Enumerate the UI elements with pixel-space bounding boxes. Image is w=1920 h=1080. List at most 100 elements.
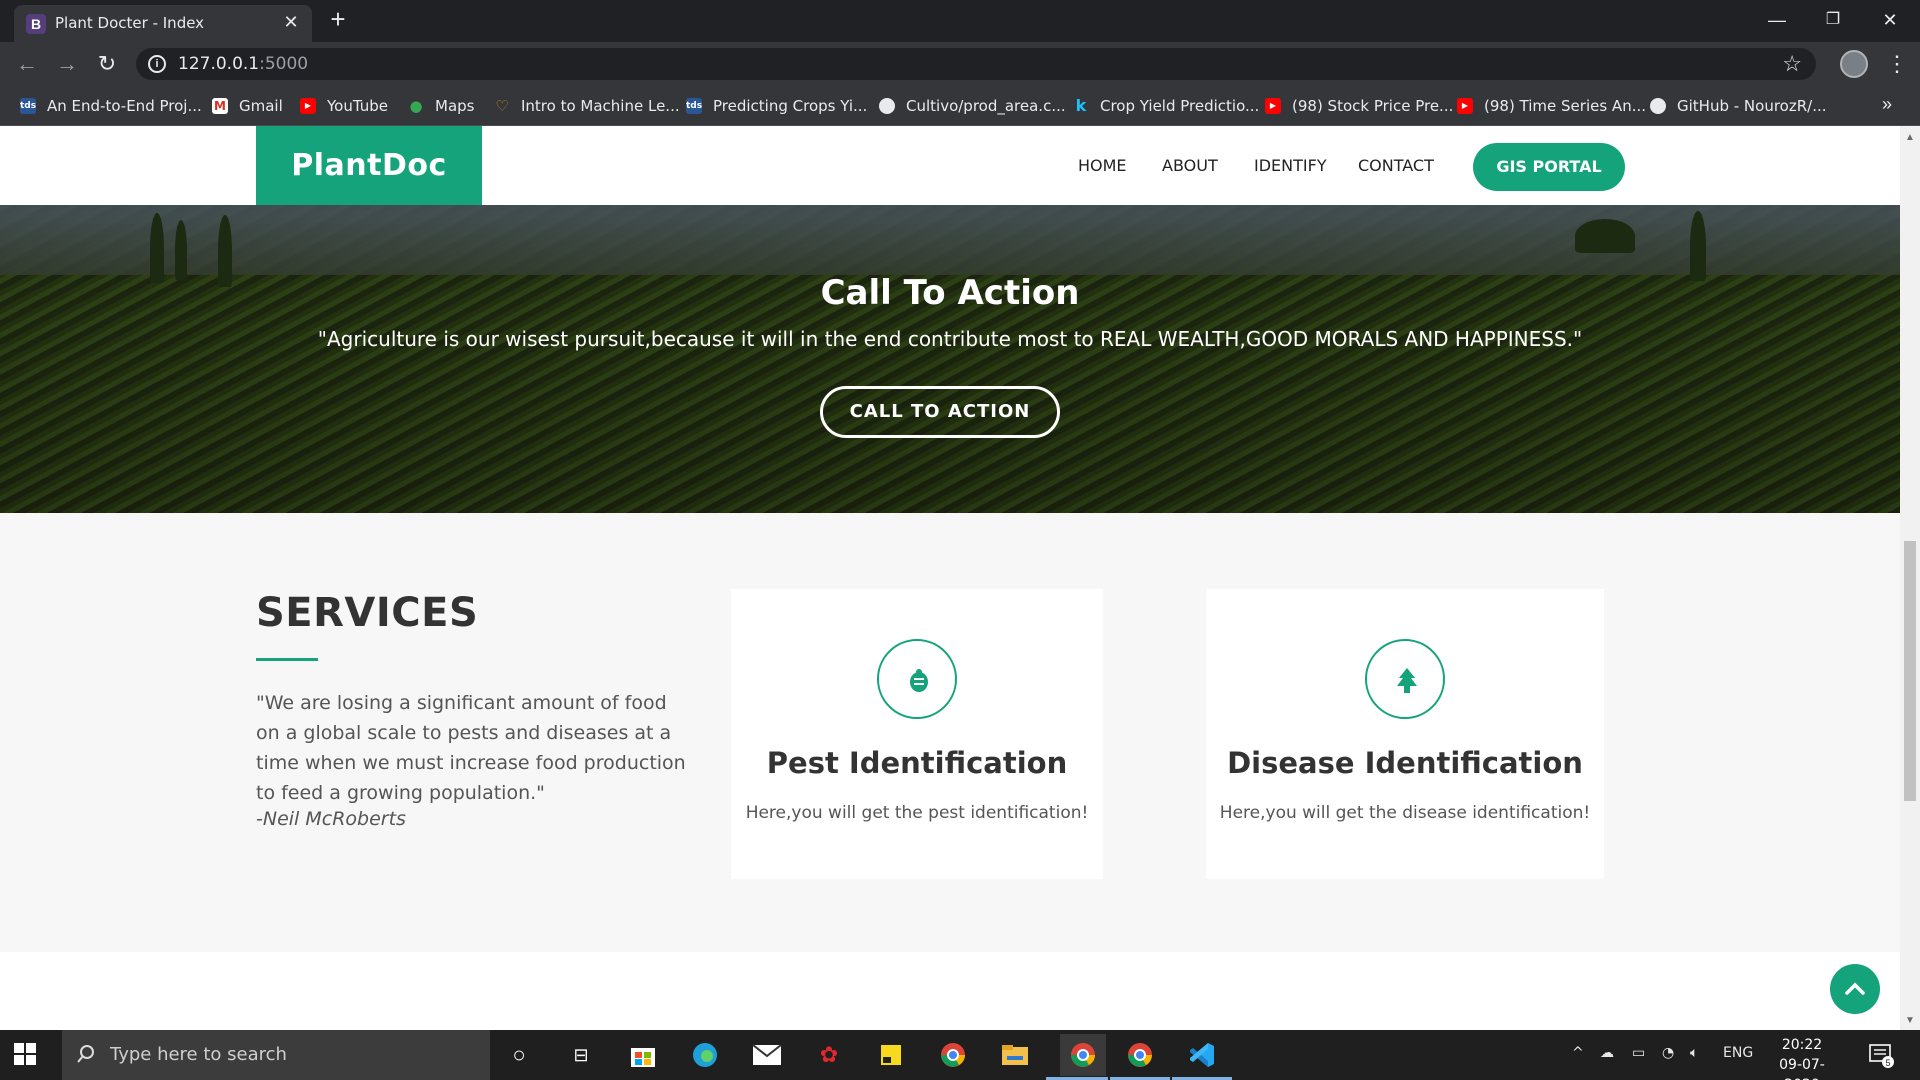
taskbar-clock[interactable]: 20:22 09-07-2020 (1762, 1035, 1842, 1080)
new-tab-button[interactable]: + (324, 6, 352, 34)
bookmarks-bar: tds An End-to-End Proj... M Gmail ▶ YouTube… (0, 86, 1920, 126)
tree-icon (1365, 639, 1445, 719)
hero-title: Call To Action (820, 273, 1080, 313)
restore-button[interactable]: ❐ (1803, 4, 1863, 36)
notification-center-icon[interactable]: 5 (1868, 1042, 1894, 1068)
pest-identification-card[interactable]: Pest Identification Here,you will get th… (731, 589, 1103, 879)
nav-contact[interactable]: CONTACT (1358, 156, 1434, 175)
bookmark-item[interactable]: GitHub - NourozR/... (1650, 94, 1827, 118)
bookmark-item[interactable]: ♡ Intro to Machine Le... (494, 94, 680, 118)
chrome-profile-icon[interactable] (1123, 1038, 1157, 1072)
cortana-icon[interactable]: ○ (502, 1038, 536, 1072)
battery-icon[interactable]: ▭ (1632, 1045, 1645, 1061)
sticky-notes-icon[interactable] (874, 1038, 908, 1072)
scroll-up-arrow-icon[interactable]: ▲ (1905, 132, 1915, 143)
github-icon (879, 98, 895, 114)
bookmark-label: Intro to Machine Le... (521, 97, 680, 115)
bookmark-label: Crop Yield Predictio... (1100, 97, 1260, 115)
notification-count: 5 (1885, 1058, 1890, 1068)
decorative-tree (1690, 211, 1706, 281)
reload-icon[interactable]: ↻ (92, 50, 122, 78)
tds-icon: tds (20, 98, 36, 114)
url-port: :5000 (259, 54, 309, 74)
web-page: PlantDoc HOME ABOUT IDENTIFY CONTACT GIS… (0, 126, 1900, 1030)
bookmark-item[interactable]: k Crop Yield Predictio... (1073, 94, 1260, 118)
bookmark-item[interactable]: ● Maps (408, 94, 474, 118)
bookmark-label: Gmail (239, 97, 283, 115)
site-info-icon[interactable]: i (148, 55, 166, 73)
bookmark-label: An End-to-End Proj... (47, 97, 202, 115)
heading-underline (256, 658, 318, 661)
bookmark-label: (98) Stock Price Pre... (1292, 97, 1454, 115)
decorative-tree (1575, 219, 1635, 253)
window-close-button[interactable]: ✕ (1860, 4, 1920, 36)
browser-tab[interactable]: B Plant Docter - Index ✕ (14, 5, 312, 42)
bookmark-star-icon[interactable]: ☆ (1782, 51, 1802, 77)
file-explorer-icon[interactable] (998, 1038, 1032, 1072)
call-to-action-section: Call To Action "Agriculture is our wises… (0, 205, 1900, 513)
url-host: 127.0.0.1 (178, 54, 260, 74)
search-placeholder: Type here to search (110, 1044, 287, 1065)
bootstrap-favicon-icon: B (26, 14, 46, 34)
wifi-icon[interactable]: ◔ (1662, 1045, 1674, 1061)
vscode-icon[interactable] (1185, 1038, 1219, 1072)
youtube-icon: ▶ (300, 98, 316, 114)
app-icon[interactable]: ✿ (812, 1038, 846, 1072)
mail-icon[interactable] (750, 1038, 784, 1072)
services-quote: "We are losing a significant amount of f… (256, 692, 686, 804)
bookmark-item[interactable]: ▶ (98) Time Series An... (1457, 94, 1646, 118)
browser-menu-icon[interactable]: ⋮ (1886, 50, 1908, 78)
language-indicator[interactable]: ENG (1723, 1045, 1753, 1061)
card-text: Here,you will get the disease identifica… (1219, 803, 1591, 823)
bookmark-item[interactable]: tds An End-to-End Proj... (20, 94, 202, 118)
nav-about[interactable]: ABOUT (1162, 156, 1218, 175)
quote-author: -Neil McRoberts (256, 808, 406, 830)
volume-icon[interactable]: 🔈︎ (1690, 1045, 1698, 1061)
nav-home[interactable]: HOME (1078, 156, 1127, 175)
services-heading: SERVICES (256, 590, 479, 636)
bookmark-label: GitHub - NourozR/... (1677, 97, 1827, 115)
hero-quote: "Agriculture is our wisest pursuit,becau… (317, 327, 1583, 351)
gmail-icon: M (212, 98, 228, 114)
kaggle-icon: k (1075, 96, 1087, 115)
back-to-top-button[interactable] (1830, 964, 1880, 1014)
minimize-button[interactable]: — (1747, 4, 1807, 36)
scrollbar-thumb[interactable] (1904, 541, 1916, 801)
tab-title: Plant Docter - Index (55, 14, 205, 32)
call-to-action-button[interactable]: CALL TO ACTION (820, 386, 1060, 438)
bookmark-label: Predicting Crops Yi... (713, 97, 868, 115)
card-title: Pest Identification (766, 746, 1068, 780)
card-text: Here,you will get the pest identificatio… (745, 803, 1089, 823)
forward-icon[interactable]: → (52, 50, 82, 78)
show-hidden-icons-icon[interactable]: ^ (1572, 1045, 1584, 1061)
chevron-up-icon (1845, 982, 1865, 995)
close-tab-icon[interactable]: ✕ (280, 11, 302, 33)
bookmark-item[interactable]: ▶ YouTube (300, 94, 388, 118)
windows-start-icon[interactable] (14, 1043, 36, 1070)
chrome-icon[interactable] (936, 1038, 970, 1072)
address-bar[interactable]: i 127.0.0.1:5000 ☆ (136, 48, 1816, 80)
site-logo[interactable]: PlantDoc (256, 126, 482, 205)
back-icon[interactable]: ← (12, 50, 42, 78)
task-view-icon[interactable]: ⊟ (564, 1038, 598, 1072)
heart-icon: ♡ (495, 97, 509, 115)
onedrive-icon[interactable]: ☁ (1600, 1045, 1614, 1061)
site-header: PlantDoc HOME ABOUT IDENTIFY CONTACT GIS… (0, 126, 1900, 205)
store-icon[interactable] (626, 1038, 660, 1072)
gis-portal-button[interactable]: GIS PORTAL (1473, 143, 1625, 191)
chrome-active-icon[interactable] (1060, 1034, 1106, 1076)
url-text[interactable]: 127.0.0.1:5000 (178, 54, 308, 74)
taskbar-search-box[interactable]: Type here to search (62, 1030, 490, 1080)
profile-avatar[interactable] (1840, 50, 1868, 78)
nav-identify[interactable]: IDENTIFY (1254, 156, 1327, 175)
disease-identification-card[interactable]: Disease Identification Here,you will get… (1206, 589, 1604, 879)
bookmark-item[interactable]: Cultivo/prod_area.c... (879, 94, 1066, 118)
bookmark-item[interactable]: M Gmail (212, 94, 283, 118)
page-scrollbar[interactable]: ▲ ▼ (1900, 126, 1920, 1030)
bookmark-item[interactable]: ▶ (98) Stock Price Pre... (1265, 94, 1453, 118)
bookmark-item[interactable]: tds Predicting Crops Yi... (686, 94, 867, 118)
bookmark-label: Maps (435, 97, 475, 115)
edge-icon[interactable] (688, 1038, 722, 1072)
scroll-down-arrow-icon[interactable]: ▼ (1905, 1015, 1915, 1026)
more-bookmarks-icon[interactable]: » (1882, 94, 1892, 115)
